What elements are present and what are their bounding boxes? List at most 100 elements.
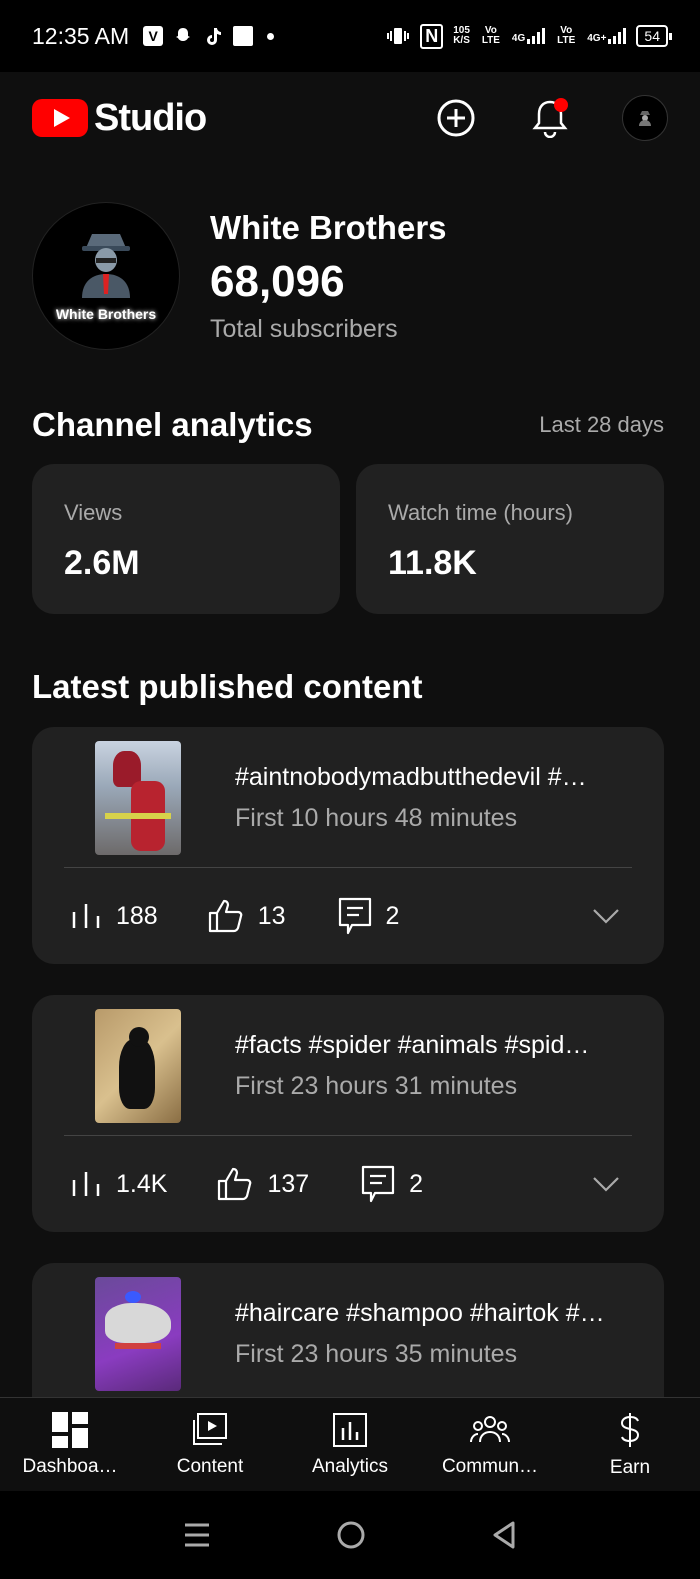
nav-dashboard[interactable]: Dashboa…: [0, 1398, 140, 1491]
studio-logo[interactable]: Studio: [32, 97, 207, 140]
comment-icon: [362, 1165, 395, 1203]
channel-info: White Brothers 68,096 Total subscribers: [210, 209, 447, 344]
watch-time-label: Watch time (hours): [388, 500, 574, 525]
content-text: #aintnobodymadbutthedevil #… First 10 ho…: [235, 763, 635, 833]
content-stats: 1.4K 137 2: [32, 1136, 664, 1232]
content-text: #facts #spider #animals #spid… First 23 …: [235, 1031, 635, 1101]
snapchat-icon: [176, 28, 191, 41]
nav-label: Content: [176, 1455, 244, 1477]
thumbs-up-icon: [208, 899, 243, 933]
network-speed: 105 K/S: [453, 26, 470, 46]
views-stat: 188: [70, 902, 158, 931]
earn-icon: [620, 1412, 640, 1447]
vibrate-icon: [387, 28, 410, 44]
views-label: Views: [64, 500, 123, 525]
content-card[interactable]: #facts #spider #animals #spid… First 23 …: [32, 995, 664, 1232]
analytics-icon: [333, 1412, 367, 1447]
battery-icon: 54: [636, 25, 672, 47]
nfc-icon: N: [420, 23, 444, 49]
video-thumbnail: [95, 1009, 181, 1123]
thumbs-up-icon: [218, 1167, 252, 1201]
nav-analytics[interactable]: Analytics: [280, 1398, 420, 1491]
status-time: 12:35 AM: [32, 22, 130, 49]
watch-time-card[interactable]: Watch time (hours) 11.8K: [356, 464, 664, 614]
views-value: 2.6M: [64, 544, 140, 582]
bar-chart-icon: [72, 1172, 100, 1196]
watch-time-value: 11.8K: [388, 544, 477, 582]
content-stats: 188 13 2: [32, 868, 664, 964]
sim1-volte: Vo LTE: [481, 25, 500, 46]
channel-avatar-text: White Brothers: [55, 306, 157, 322]
content-subtitle: First 23 hours 31 minutes: [235, 1072, 518, 1100]
content-subtitle: First 10 hours 48 minutes: [235, 804, 518, 832]
sim1-signal-icon: 4G: [511, 28, 546, 44]
notifications-button[interactable]: [528, 96, 572, 140]
comments-count: 2: [409, 1169, 424, 1198]
system-navigation-bar: [0, 1491, 700, 1579]
tiktok-icon: [207, 28, 222, 45]
notification-badge: [554, 98, 568, 112]
content-title: #aintnobodymadbutthedevil #…: [235, 763, 587, 791]
account-avatar[interactable]: [622, 95, 668, 141]
battery-level: 54: [644, 28, 660, 44]
subscriber-label: Total subscribers: [210, 314, 398, 343]
chevron-down-icon[interactable]: [592, 908, 620, 924]
status-left: 12:35 AM V: [32, 22, 275, 50]
bottom-navigation: Dashboa… Content Analytics Commun… Earn: [0, 1397, 700, 1491]
comment-icon: [338, 897, 371, 935]
app-header: Studio: [0, 72, 700, 164]
account-avatar-figure-icon: [639, 111, 651, 126]
youtube-play-icon: [32, 99, 88, 137]
likes-stat: 13: [208, 899, 286, 933]
content-card[interactable]: #aintnobodymadbutthedevil #… First 10 ho…: [32, 727, 664, 964]
sim2-volte: Vo LTE: [557, 25, 576, 46]
content-card-header: #aintnobodymadbutthedevil #… First 10 ho…: [32, 727, 664, 867]
latest-content-title: Latest published content: [32, 668, 423, 705]
likes-stat: 137: [217, 1167, 309, 1201]
video-thumbnail: [95, 1277, 181, 1391]
likes-count: 137: [267, 1169, 310, 1198]
views-count: 1.4K: [116, 1169, 168, 1198]
status-bar: 12:35 AM V N 105 K/S Vo LTE 4G Vo LTE 4G+…: [0, 0, 700, 72]
channel-summary: White Brothers White Brothers 68,096 Tot…: [32, 202, 447, 350]
header-actions: [434, 95, 668, 141]
content-subtitle: First 23 hours 35 minutes: [235, 1340, 518, 1368]
content-card-header: #haircare #shampoo #hairtok #… First 23 …: [32, 1263, 664, 1403]
create-icon: [437, 99, 475, 137]
channel-analytics-title: Channel analytics: [32, 406, 313, 443]
nav-label: Earn: [609, 1456, 651, 1478]
sim2-signal-icon: 4G+: [587, 28, 627, 44]
comments-count: 2: [385, 901, 400, 930]
nav-label: Dashboa…: [22, 1455, 118, 1477]
video-thumbnail: [95, 741, 181, 855]
views-card[interactable]: Views 2.6M: [32, 464, 340, 614]
comments-stat: 2: [361, 1165, 423, 1203]
nav-label: Analytics: [311, 1455, 389, 1477]
recent-apps-icon[interactable]: [183, 1522, 211, 1548]
home-icon[interactable]: [336, 1520, 366, 1550]
back-icon[interactable]: [491, 1520, 517, 1550]
nav-earn[interactable]: Earn: [560, 1398, 700, 1491]
vpn-icon: V: [143, 26, 164, 46]
net-speed-unit: K/S: [453, 35, 470, 46]
likes-count: 13: [257, 901, 286, 930]
channel-avatar[interactable]: White Brothers: [32, 202, 180, 350]
analytics-range: Last 28 days: [539, 412, 664, 437]
gallery-icon: [233, 26, 254, 46]
content-title: #facts #spider #animals #spid…: [235, 1031, 590, 1059]
content-title: #haircare #shampoo #hairtok #…: [235, 1299, 605, 1327]
content-icon: [193, 1412, 227, 1445]
nav-content[interactable]: Content: [140, 1398, 280, 1491]
create-button[interactable]: [434, 96, 478, 140]
nav-community[interactable]: Commun…: [420, 1398, 560, 1491]
sim1-net-type: 4G: [511, 33, 526, 44]
community-icon: [470, 1415, 510, 1442]
channel-name: White Brothers: [210, 208, 447, 246]
views-stat: 1.4K: [70, 1170, 167, 1199]
bar-chart-icon: [72, 904, 100, 928]
dashboard-icon: [52, 1411, 88, 1448]
views-count: 188: [116, 901, 158, 930]
status-right: N 105 K/S Vo LTE 4G Vo LTE 4G+ 54: [386, 23, 672, 49]
chevron-down-icon[interactable]: [592, 1176, 620, 1192]
channel-avatar-figure-icon: [82, 234, 130, 298]
